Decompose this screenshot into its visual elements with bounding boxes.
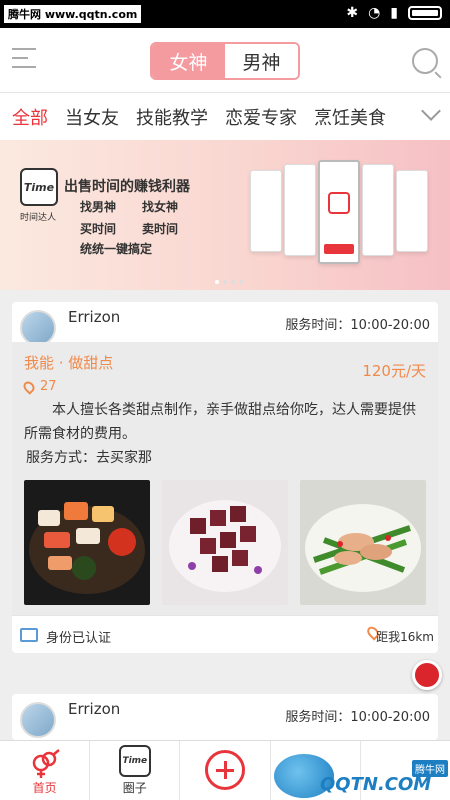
gender-icon xyxy=(32,749,60,778)
sushi-photo[interactable] xyxy=(24,480,150,605)
category-bar: 全部 当女友 技能教学 恋爱专家 烹饪美食 xyxy=(0,92,450,140)
banner-line: 卖时间 xyxy=(142,222,179,236)
id-card-icon xyxy=(20,628,38,642)
phone-mockups xyxy=(250,160,450,280)
service-time: 服务时间：10:00-20:00 xyxy=(285,318,430,333)
gender-toggle[interactable]: 女神 男神 xyxy=(150,42,300,80)
battery-icon xyxy=(408,6,442,20)
toggle-goddess[interactable]: 女神 xyxy=(152,44,225,78)
banner-line: 买时间 xyxy=(80,222,117,236)
verified-label: 身份已认证 xyxy=(46,631,112,646)
card-footer: 身份已认证 距我16km xyxy=(12,615,438,653)
user-name: Errizon xyxy=(68,700,121,718)
signal-icon: ▮ xyxy=(390,5,398,21)
location-pin-icon xyxy=(21,378,37,395)
carousel-dots xyxy=(215,280,243,284)
app-header: 女神 男神 xyxy=(0,28,450,92)
watermark-text: 腾牛网 www.qqtn.com xyxy=(4,5,142,23)
banner-line: 找女神 xyxy=(142,200,179,214)
banner-line: 找男神 xyxy=(80,200,117,214)
avatar[interactable] xyxy=(20,702,56,738)
category-all[interactable]: 全部 xyxy=(12,104,48,130)
service-card[interactable]: Errizon 服务时间：10:00-20:00 xyxy=(12,694,438,740)
likes-count: 27 xyxy=(21,378,426,395)
watermark-tag: 腾牛网 xyxy=(412,760,448,777)
banner-line: 统统一键搞定 xyxy=(80,242,153,256)
dessert-photo[interactable] xyxy=(162,480,288,605)
wifi-icon: ◔ xyxy=(368,5,381,21)
avatar[interactable] xyxy=(20,310,56,346)
card-header: Errizon 服务时间：10:00-20:00 xyxy=(12,694,438,738)
service-card[interactable]: Errizon 服务时间：10:00-20:00 我能 · 做甜点 120元/天… xyxy=(12,302,438,653)
tab-publish[interactable] xyxy=(180,741,271,800)
gift-icon[interactable] xyxy=(412,660,442,690)
category-love-expert[interactable]: 恋爱专家 xyxy=(225,104,297,130)
status-bar: 腾牛网 www.qqtn.com ✱ ◔ ▮ xyxy=(0,0,450,28)
banner-brand: 时间达人 xyxy=(20,213,57,223)
category-girlfriend[interactable]: 当女友 xyxy=(65,104,119,130)
service-time: 服务时间：10:00-20:00 xyxy=(285,710,430,725)
chevron-down-icon[interactable] xyxy=(421,101,441,121)
tab-home-label: 首页 xyxy=(32,781,57,795)
toggle-god[interactable]: 男神 xyxy=(225,44,298,78)
service-mode: 服务方式：去买家那 xyxy=(26,450,152,466)
watermark-text: QQTN.COM xyxy=(320,774,432,795)
banner-title: 出售时间的赚钱利器 xyxy=(64,179,190,195)
stirfry-photo[interactable] xyxy=(300,480,426,605)
service-description: 本人擅长各类甜点制作，亲手做甜点给你吃，达人需要提供所需食材的费用。 xyxy=(24,402,416,442)
plus-icon xyxy=(205,750,245,790)
watermark-logo: QQTN.COM 腾牛网 xyxy=(270,748,450,800)
tab-home[interactable]: 首页 xyxy=(0,741,91,800)
status-icons: ✱ ◔ ▮ xyxy=(346,5,442,21)
menu-icon[interactable] xyxy=(12,48,36,72)
user-name: Errizon xyxy=(68,308,121,326)
time-icon: Time xyxy=(118,745,151,777)
tab-circle-label: 圈子 xyxy=(122,781,147,795)
app-logo: Time xyxy=(20,168,58,206)
category-cooking[interactable]: 烹饪美食 xyxy=(314,104,386,130)
tab-circle[interactable]: Time 圈子 xyxy=(90,741,181,800)
card-body: 我能 · 做甜点 120元/天 27 本人擅长各类甜点制作，亲手做甜点给你吃，达… xyxy=(12,342,438,615)
promo-banner[interactable]: Time 时间达人 出售时间的赚钱利器 找男神 找女神 买时间 卖时间 统统一键… xyxy=(0,140,450,290)
category-skill-teaching[interactable]: 技能教学 xyxy=(136,104,208,130)
distance-label: 距我16km xyxy=(376,630,434,644)
card-header: Errizon 服务时间：10:00-20:00 xyxy=(12,302,438,346)
bluetooth-icon: ✱ xyxy=(346,5,359,21)
photo-gallery xyxy=(24,480,426,605)
search-icon[interactable] xyxy=(412,48,438,74)
likes-value: 27 xyxy=(40,379,57,394)
price-label: 120元/天 xyxy=(362,362,426,380)
